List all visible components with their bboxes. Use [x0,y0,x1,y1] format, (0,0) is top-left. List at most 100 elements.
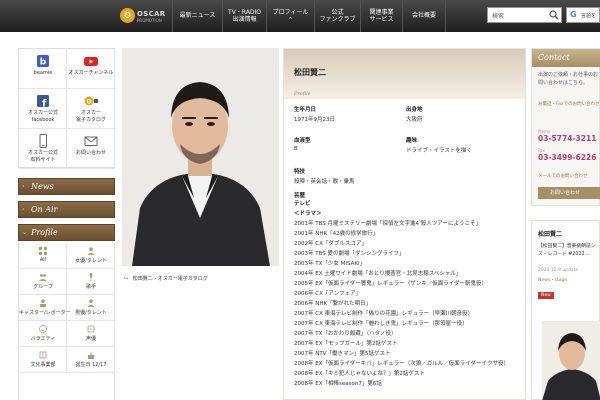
career-item: 2007年 TX「おかわり飯蔵」（ハタノ役） [294,331,397,337]
search-box[interactable]: 検索 [487,7,562,23]
profile-portrait-image [122,48,279,266]
voice-icon [87,325,95,333]
chevron-right-icon: › [22,183,25,190]
career-item: 2008年 EX「相棒season7」第6話 [294,381,382,387]
hobby-value: ドライブ・イラストを描く [406,148,472,154]
contact-link[interactable]: お問い合わせ [67,129,115,169]
caret-up-icon: ^ [288,16,293,23]
oscar-catalog-icon: O [84,96,98,106]
svg-text:f: f [42,99,47,109]
career-item: 2002年 CX「ダブルスコア」 [294,241,367,247]
paid-site-link[interactable]: オスカー公式 有料サイト [19,129,67,169]
category-birthday[interactable]: 誕生日 12/17 [67,347,115,373]
career-item: 2007年 EX「モップガール」第2話ゲスト [294,341,398,347]
person-icon [87,247,95,255]
logo-mark-icon: O [120,8,135,23]
grid-icon [39,247,47,255]
news-card[interactable]: 松田賢二 【松田賢二】音楽劇朗読シズ・レコード #2022… 2023.12.9… [531,220,600,400]
sidebar-section-profile[interactable]: ⌄ Profile [18,224,115,241]
oscar-catalog-label: オスカー 電子カタログ [75,110,106,123]
beamie-icon: b [37,55,49,68]
new-badge: New [538,292,554,299]
news-thumbnail[interactable] [542,321,600,400]
sidebar-section-news[interactable]: › News [18,178,115,195]
beamie-link[interactable]: b beamie [19,49,67,89]
oscar-logo[interactable]: O OSCAR PROMOTION [118,5,168,27]
youtube-icon [84,57,98,66]
nav-fanclub[interactable]: 公式 ファンクラブ [314,0,360,32]
smile-icon [39,325,47,333]
category-culture[interactable]: 文化事業部 [19,347,67,373]
cake-icon [88,352,94,359]
skill-label: 特技 [294,169,306,175]
category-variety[interactable]: バラエティ [19,321,67,347]
quick-link-grid: b beamie オスカーチャンネル f オスカー公式 facebook O オ… [18,48,115,169]
career-item: 2004年 EX 土曜ワイド劇場「おとり捜査官・北見志穂スペシャル」 [294,271,462,277]
blood-value: B [294,146,298,152]
profile-card: 松田賢二 Profile 生年月日 1971年9月23日 出身地 大阪府 血液型… [283,48,526,400]
career-item: 2007年 CX 東海テレビ制作「麗わしき鬼」レギュラー（那須屋一役） [294,321,468,327]
oscar-channel-link[interactable]: オスカーチャンネル [67,49,115,89]
career-item: 2006年 CX「アンフェア」 [294,291,361,297]
news-date: 2023.12.9 update [538,268,579,273]
career-item: 2003年 TX「少女 MISAKI」 [294,261,366,267]
contact-desc: 出演のご依頼・お仕事のお問い合わせはこちら。 [538,72,599,86]
smartphone-icon [39,134,47,148]
left-sidebar: b beamie オスカーチャンネル f オスカー公式 facebook O オ… [18,48,115,400]
nav-company[interactable]: 会社概要 [402,0,446,32]
category-all[interactable]: All [19,243,67,269]
phone-number[interactable]: 03-5774-3211 [538,134,596,143]
language-selector[interactable]: G 言語を [566,7,600,23]
contact-title: Contact [532,49,600,67]
chevron-down-icon: ⌄ [22,229,28,236]
logo-text: OSCAR [137,10,166,18]
category-singer[interactable]: 歌手 [67,269,115,295]
category-caster[interactable]: キャスター/レポーター [19,295,71,321]
profile-header: 松田賢二 Profile [284,49,525,99]
search-input[interactable]: 検索 [492,11,504,20]
category-voice[interactable]: 声優 [67,321,115,347]
birthplace-value: 大阪府 [406,117,423,123]
profile-tag: Profile [294,91,311,97]
oscar-catalog-link[interactable]: O オスカー 電子カタログ [67,89,115,129]
photo-caption[interactable]: ↪ 松田賢二 - オスカー電子カタログ [124,275,208,282]
hobby-label: 趣味 [406,138,418,144]
news-portrait-image [542,321,600,400]
career-list: テレビ ＜ドラマ＞ 2001年 TBS 月曜ミステリー劇場「探偵左文字進4 殺人ツア… [294,199,524,389]
beamie-label: beamie [33,70,53,76]
news-category: News・stage [538,278,568,283]
paid-site-label: オスカー公式 有料サイト [27,150,58,163]
caster-icon [40,299,46,307]
mail-icon [84,136,98,146]
nav-profile[interactable]: プロフィール ^ [266,0,314,32]
category-group[interactable]: グループ [19,269,67,295]
group-icon [39,274,47,281]
career-item: 2007年 CX 東海テレビ制作「偽りの花園」レギュラー（早瀬川朝彦役） [294,311,474,317]
profile-photo [122,48,279,266]
sidebar-section-on-air[interactable]: › On Air [18,201,115,218]
career-item: 2007年 NTV「働きマン」第5話ゲスト [294,351,391,357]
google-g-icon: G [570,10,577,19]
birthday-value: 1971年9月23日 [294,117,335,123]
contact-label: お問い合わせ [75,150,106,156]
svg-text:b: b [40,58,47,68]
search-icon[interactable] [549,10,559,20]
contact-box: Contact 出演のご依頼・お仕事のお問い合わせはこちら。 お電話・Faxでの… [531,48,600,206]
career-label: 芸歴 [294,193,306,199]
talent-name: 松田賢二 [294,68,326,77]
profile-category-grid: All 女優/タレント グループ 歌手 キャスター/レポーター 男優/タレント … [18,243,115,400]
blood-label: 血液型 [294,138,311,144]
book-icon [39,351,47,359]
birthday-label: 生年月日 [294,107,317,113]
news-text[interactable]: 【松田賢二】音楽劇朗読シズ・レコード #2022… [538,243,600,259]
skill-value: 殺陣・英会話・歌・乗馬 [294,179,355,185]
facebook-link[interactable]: f オスカー公式 facebook [19,89,67,129]
nav-services[interactable]: 関連事業 サービス [360,0,402,32]
nav-news[interactable]: 最新ニュース [172,0,222,32]
contact-button[interactable]: お問い合わせ [538,187,600,199]
language-label: 言語を [581,13,597,19]
nav-tv-radio[interactable]: TV・RADIO 出演情報 [222,0,266,32]
category-actor[interactable]: 男優/タレント [67,295,115,321]
career-item: 2001年 TBS 月曜ミステリー劇場「探偵左文字進4 殺人ツアーにようこそ」 [294,221,481,227]
category-actress[interactable]: 女優/タレント [67,243,115,269]
